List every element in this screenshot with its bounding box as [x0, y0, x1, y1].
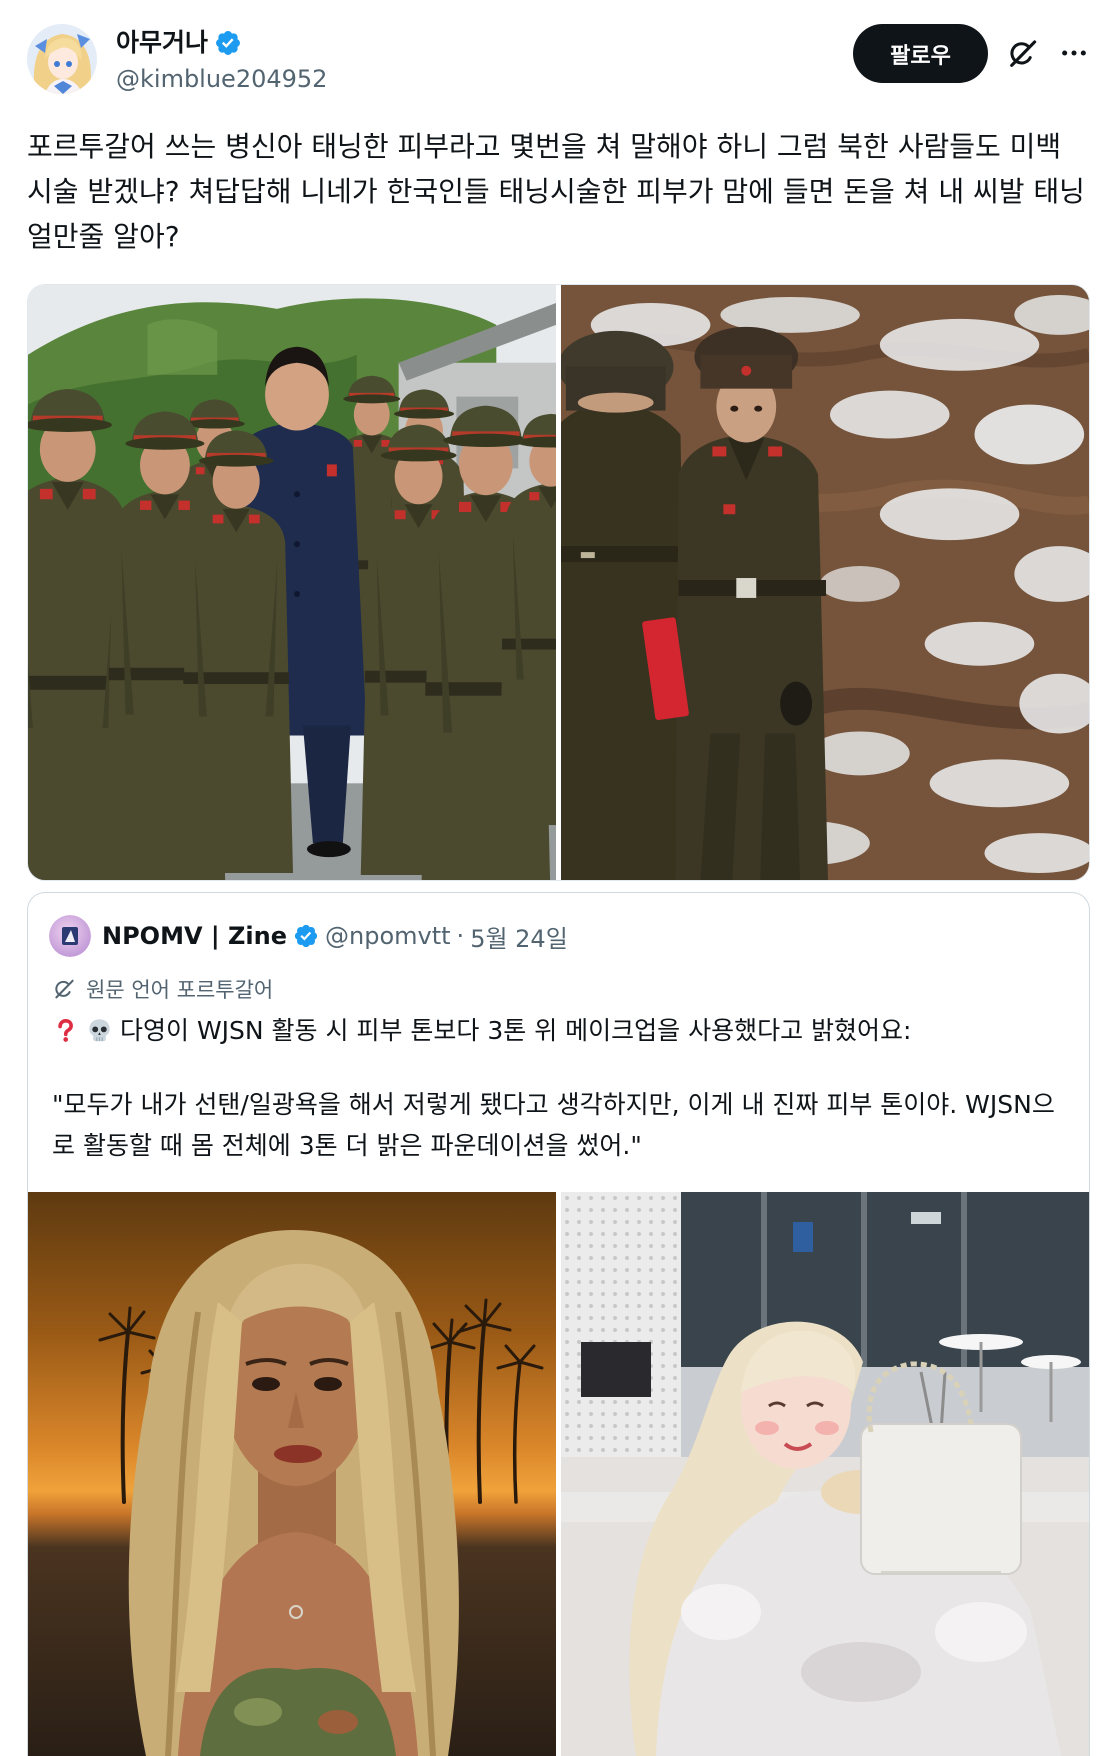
author-name-row[interactable]: 아무거나 [116, 25, 242, 61]
quote-header: NPOMV | Zine @npomvtt · 5월 24일 [102, 917, 568, 955]
quote-media-grid [28, 1192, 1089, 1756]
quote-author-handle: @npomvtt [325, 922, 451, 950]
author-handle[interactable]: @kimblue204952 [116, 62, 327, 96]
translation-icon [55, 979, 74, 999]
verified-badge-icon [294, 924, 318, 948]
verified-badge-icon[interactable] [214, 29, 242, 57]
profile-avatar-icon [27, 24, 97, 94]
author-name[interactable]: 아무거나 [116, 25, 208, 61]
quote-date[interactable]: 5월 24일 [470, 919, 568, 954]
author-avatar[interactable] [27, 24, 97, 94]
post-view: 아무거나 @kimblue204952 팔로우 포르투갈어 쓰는 병신아 태닝한… [0, 0, 1117, 1756]
more-options-button[interactable] [1058, 37, 1090, 69]
quote-avatar-icon [49, 915, 91, 957]
follow-button[interactable]: 팔로우 [853, 24, 988, 83]
quote-avatar[interactable] [49, 915, 91, 957]
post-photo-2[interactable] [561, 285, 1089, 880]
more-options-icon [1062, 50, 1086, 56]
quote-photo-2[interactable] [561, 1192, 1089, 1756]
quote-body-text: "모두가 내가 선탠/일광욕을 해서 저렇게 됐다고 생각하지만, 이게 내 진… [52, 1090, 1055, 1160]
skull-icon [86, 1017, 113, 1044]
translation-row: 원문 언어 포르투갈어 [52, 973, 273, 1005]
post-media-grid [27, 284, 1090, 881]
grok-button[interactable] [1006, 37, 1039, 70]
post-text: 포르투갈어 쓰는 병신아 태닝한 피부라고 몇번을 쳐 말해야 하니 그럼 북한… [27, 130, 1085, 253]
quote-lead-text: 다영이 WJSN 활동 시 피부 톤보다 3톤 위 메이크업을 사용했다고 밝혔… [120, 1016, 912, 1045]
quote-photo-1[interactable] [28, 1192, 556, 1756]
post-photo-1[interactable] [28, 285, 556, 880]
quote-author-name[interactable]: NPOMV | Zine [102, 922, 287, 950]
red-question-mark-icon [52, 1017, 79, 1044]
translation-note: 원문 언어 포르투갈어 [86, 978, 274, 1002]
quoted-post[interactable]: NPOMV | Zine @npomvtt · 5월 24일 원문 언어 포르투… [27, 892, 1090, 1756]
quote-separator: · [456, 922, 465, 950]
quote-lead: 다영이 WJSN 활동 시 피부 톤보다 3톤 위 메이크업을 사용했다고 밝혔… [52, 1011, 1067, 1051]
grok-icon [1010, 40, 1037, 67]
